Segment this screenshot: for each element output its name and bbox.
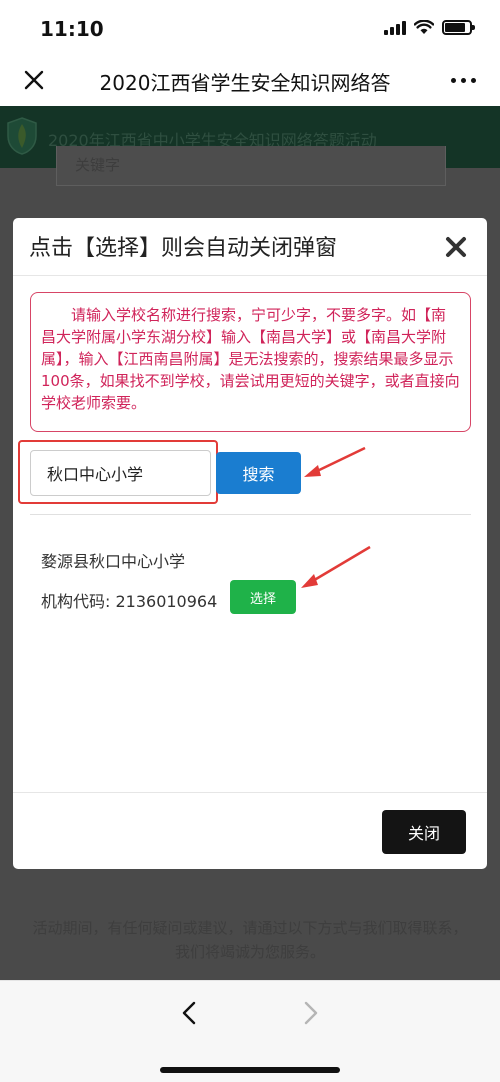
forward-arrow-icon[interactable] bbox=[298, 999, 324, 1027]
battery-icon bbox=[442, 20, 475, 35]
nav-title: 2020江西省学生安全知识网络答 bbox=[99, 71, 391, 95]
school-search-input[interactable] bbox=[30, 450, 211, 496]
status-bar: 11:10 bbox=[0, 0, 500, 58]
footer-text: 活动期间，有任何疑问或建议，请通过以下方式与我们取得联系，我们将竭诚为您服务。 bbox=[32, 919, 468, 961]
modal-footer: 关闭 bbox=[13, 792, 487, 869]
annotation-arrow-icon bbox=[304, 446, 366, 477]
select-button[interactable]: 选择 bbox=[230, 580, 296, 614]
modal-header: 点击【选择】则会自动关闭弹窗 bbox=[13, 218, 487, 276]
search-instructions: 请输入学校名称进行搜索，宁可少字，不要多字。如【南昌大学附属小学东湖分校】输入【… bbox=[30, 292, 471, 432]
status-icons bbox=[384, 20, 475, 35]
back-arrow-icon[interactable] bbox=[176, 999, 202, 1027]
home-indicator bbox=[160, 1067, 340, 1073]
modal-title: 点击【选择】则会自动关闭弹窗 bbox=[29, 236, 338, 261]
result-school-name: 婺源县秋口中心小学 bbox=[41, 552, 186, 571]
background-search-field: 关键字 bbox=[56, 146, 446, 186]
cellular-signal-icon bbox=[384, 20, 406, 35]
annotation-arrow-icon bbox=[301, 545, 371, 588]
divider bbox=[30, 514, 471, 515]
search-button[interactable]: 搜索 bbox=[216, 452, 301, 494]
more-options-icon[interactable] bbox=[451, 78, 476, 83]
logo-icon bbox=[7, 117, 37, 155]
close-button[interactable]: 关闭 bbox=[382, 810, 466, 854]
result-school-code: 机构代码: 2136010964 bbox=[41, 592, 218, 611]
close-icon[interactable] bbox=[20, 66, 48, 94]
modal-close-icon[interactable] bbox=[443, 234, 469, 260]
instructions-text: 请输入学校名称进行搜索，宁可少字，不要多字。如【南昌大学附属小学东湖分校】输入【… bbox=[41, 306, 460, 412]
status-time: 11:10 bbox=[40, 17, 104, 41]
background-search-label: 关键字 bbox=[75, 156, 121, 174]
bottom-nav-bar bbox=[0, 980, 500, 1082]
nav-bar: 2020江西省学生安全知识网络答 bbox=[0, 58, 500, 106]
school-search-modal: 点击【选择】则会自动关闭弹窗 请输入学校名称进行搜索，宁可少字，不要多字。如【南… bbox=[13, 218, 487, 869]
wifi-icon bbox=[414, 20, 434, 34]
